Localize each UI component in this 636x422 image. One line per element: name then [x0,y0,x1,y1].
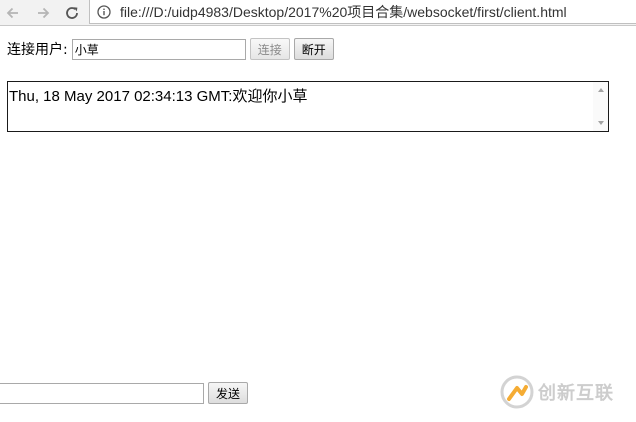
scroll-down-icon[interactable] [598,121,604,125]
message-log[interactable]: Thu, 18 May 2017 02:34:13 GMT:欢迎你小草 [7,81,609,132]
watermark: 创新互联 [500,373,630,411]
connect-form: 连接用户: 连接 断开 [7,38,334,60]
forward-arrow-icon [38,7,50,19]
message-input[interactable] [0,382,204,404]
username-label: 连接用户: [7,42,68,58]
info-icon[interactable] [96,4,112,20]
forward-button[interactable] [32,2,54,24]
send-form: 发送 [0,382,249,404]
reload-button[interactable] [61,2,83,24]
reload-icon [66,7,78,19]
scroll-up-icon[interactable] [598,88,604,92]
browser-toolbar: file:///D:/uidp4983/Desktop/2017%20项目合集/… [0,0,636,26]
watermark-text: 创新互联 [538,383,614,404]
message-scrollbar[interactable] [593,82,608,131]
message-line: Thu, 18 May 2017 02:34:13 GMT:欢迎你小草 [9,88,308,105]
connect-button[interactable]: 连接 [249,38,290,60]
send-button[interactable]: 发送 [208,382,249,404]
address-bar[interactable]: file:///D:/uidp4983/Desktop/2017%20项目合集/… [89,0,636,24]
disconnect-button[interactable]: 断开 [293,38,334,60]
url-text[interactable]: file:///D:/uidp4983/Desktop/2017%20项目合集/… [120,2,567,22]
username-input[interactable] [71,38,246,60]
back-button[interactable] [2,2,24,24]
back-arrow-icon [6,7,18,19]
brand-logo-icon [500,375,534,409]
